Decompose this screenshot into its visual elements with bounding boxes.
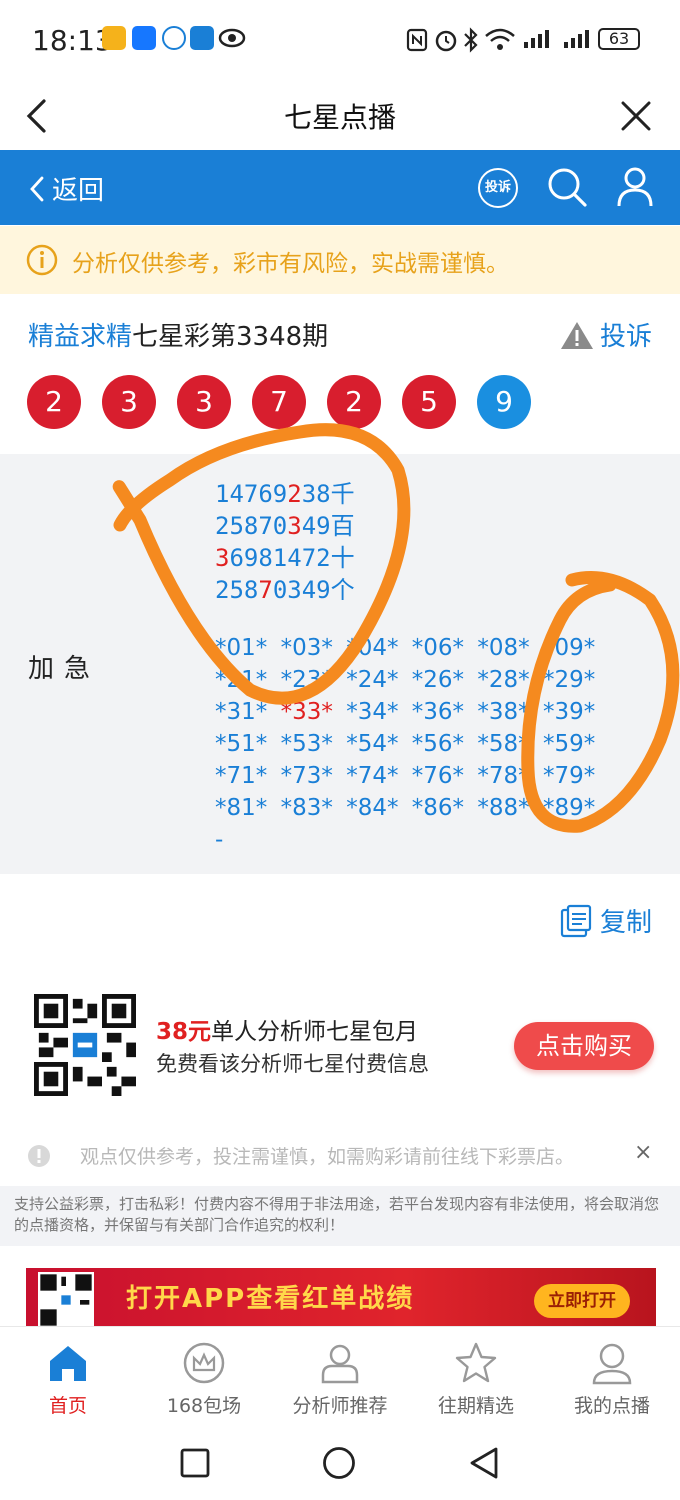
home-icon [50,1346,86,1381]
open-app-button[interactable]: 立即打开 [534,1284,630,1318]
tab-168-label: 168包场 [166,1395,242,1417]
banner-qr-code [38,1272,94,1326]
home-circle-icon[interactable] [322,1446,356,1480]
notice-text: 观点仅供参考，投注需谨慎，如需购彩请前往线下彩票店。 [80,1146,575,1168]
buy-button[interactable]: 点击购买 [514,1022,654,1070]
tab-my[interactable]: 我的点播 [544,1327,680,1425]
document-copy-icon [560,904,592,937]
promo-title-rest: 单人分析师七星包月 [211,1019,419,1045]
app-banner[interactable]: 打开APP查看红单战绩 立即打开 [26,1268,656,1326]
disclaimer: 支持公益彩票，打击私彩！付费内容不得用于非法用途，若平台发现内容有非法使用，将会… [0,1186,680,1246]
recents-square-icon[interactable] [180,1448,210,1478]
promo-subtitle: 免费看该分析师七星付费信息 [156,1052,429,1076]
back-triangle-icon[interactable] [468,1446,500,1480]
tab-168[interactable]: 168包场 [136,1327,272,1425]
disclaimer-text: 支持公益彩票，打击私彩！付费内容不得用于非法用途，若平台发现内容有非法使用，将会… [14,1195,660,1234]
star-icon [455,1342,497,1383]
promo-price: 38元 [156,1019,212,1045]
tab-analyst-label: 分析师推荐 [292,1395,388,1417]
tab-past-picks-label: 往期精选 [437,1395,514,1417]
copy-button[interactable]: 复制 [560,902,652,939]
analyst-icon [321,1344,359,1384]
tab-home[interactable]: 首页 [0,1327,136,1425]
tab-analyst[interactable]: 分析师推荐 [272,1327,408,1425]
crown-icon [183,1342,225,1384]
system-nav-bar [0,1424,680,1500]
tab-past-picks[interactable]: 往期精选 [408,1327,544,1425]
bottom-tab-bar: 首页 168包场 分析师推荐 往期精选 我的点播 [0,1326,680,1424]
qr-code [34,994,136,1096]
handwritten-annotation [112,423,680,833]
notice-bar: 观点仅供参考，投注需谨慎，如需购彩请前往线下彩票店。 × [0,1136,680,1176]
banner-text: 打开APP查看红单战绩 [126,1284,415,1314]
copy-label: 复制 [599,908,652,938]
alert-icon [28,1145,50,1167]
profile-icon [592,1343,632,1385]
notice-close-button[interactable]: × [634,1140,652,1165]
tab-home-label: 首页 [48,1395,87,1417]
promo-title: 38元单人分析师七星包月 [156,1012,418,1046]
tab-my-label: 我的点播 [573,1395,650,1417]
